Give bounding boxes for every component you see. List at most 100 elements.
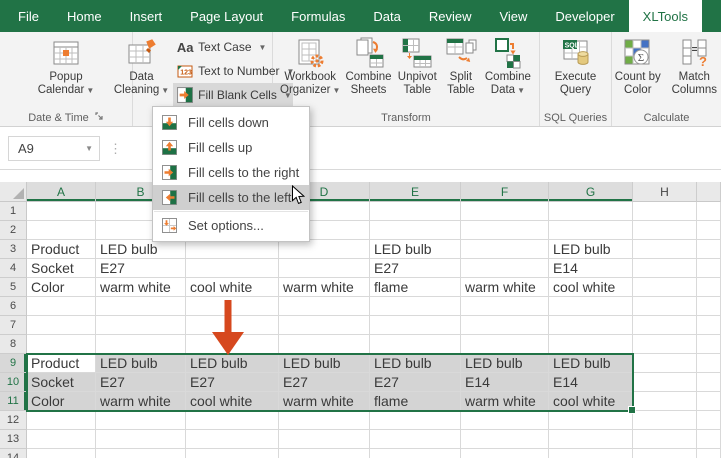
- cell-partial[interactable]: [697, 411, 721, 430]
- column-header-partial[interactable]: [697, 182, 721, 202]
- cell-E7[interactable]: [370, 316, 461, 335]
- cell-B12[interactable]: [96, 411, 186, 430]
- cell-A6[interactable]: [27, 297, 96, 316]
- cell-F12[interactable]: [461, 411, 549, 430]
- cell-A7[interactable]: [27, 316, 96, 335]
- row-header-1[interactable]: 1: [0, 202, 27, 221]
- cell-H12[interactable]: [633, 411, 697, 430]
- cell-H1[interactable]: [633, 202, 697, 221]
- tab-home[interactable]: Home: [53, 0, 116, 32]
- cell-partial[interactable]: [697, 335, 721, 354]
- cell-B10[interactable]: E27: [96, 373, 186, 392]
- cell-D3[interactable]: [279, 240, 370, 259]
- cell-D14[interactable]: [279, 449, 370, 458]
- cell-F11[interactable]: warm white: [461, 392, 549, 411]
- tab-file[interactable]: File: [4, 0, 53, 32]
- cell-partial[interactable]: [697, 392, 721, 411]
- workbook-organizer-button[interactable]: Workbook Organizer ▼: [278, 35, 342, 97]
- cell-H10[interactable]: [633, 373, 697, 392]
- cell-B7[interactable]: [96, 316, 186, 335]
- cell-partial[interactable]: [697, 354, 721, 373]
- tab-developer[interactable]: Developer: [541, 0, 628, 32]
- cell-G1[interactable]: [549, 202, 633, 221]
- row-header-13[interactable]: 13: [0, 430, 27, 449]
- cell-H6[interactable]: [633, 297, 697, 316]
- menu-item-fill-cells-down[interactable]: Fill cells down: [153, 110, 309, 135]
- cell-H3[interactable]: [633, 240, 697, 259]
- cell-E11[interactable]: flame: [370, 392, 461, 411]
- split-table-button[interactable]: Split Table: [440, 35, 482, 97]
- cell-G13[interactable]: [549, 430, 633, 449]
- cell-partial[interactable]: [697, 278, 721, 297]
- cell-A14[interactable]: [27, 449, 96, 458]
- cell-G2[interactable]: [549, 221, 633, 240]
- cell-C8[interactable]: [186, 335, 279, 354]
- cell-B4[interactable]: E27: [96, 259, 186, 278]
- cell-F9[interactable]: LED bulb: [461, 354, 549, 373]
- cell-D8[interactable]: [279, 335, 370, 354]
- tab-review[interactable]: Review: [415, 0, 486, 32]
- cell-F14[interactable]: [461, 449, 549, 458]
- combine-data-button[interactable]: Combine Data ▼: [482, 35, 534, 97]
- cell-A12[interactable]: [27, 411, 96, 430]
- cell-partial[interactable]: [697, 297, 721, 316]
- cell-C13[interactable]: [186, 430, 279, 449]
- cell-D4[interactable]: [279, 259, 370, 278]
- cell-A2[interactable]: [27, 221, 96, 240]
- cell-A3[interactable]: Product: [27, 240, 96, 259]
- combine-sheets-button[interactable]: Combine Sheets: [342, 35, 394, 97]
- cell-partial[interactable]: [697, 240, 721, 259]
- row-header-10[interactable]: 10: [0, 373, 27, 392]
- cell-D9[interactable]: LED bulb: [279, 354, 370, 373]
- row-header-5[interactable]: 5: [0, 278, 27, 297]
- row-header-14[interactable]: 14: [0, 449, 27, 458]
- menu-item-fill-cells-to-the-left[interactable]: Fill cells to the left: [153, 185, 309, 210]
- row-header-8[interactable]: 8: [0, 335, 27, 354]
- cell-G4[interactable]: E14: [549, 259, 633, 278]
- popup-calendar-button[interactable]: Popup Calendar ▼: [33, 35, 99, 97]
- cell-partial[interactable]: [697, 430, 721, 449]
- cell-A5[interactable]: Color: [27, 278, 96, 297]
- cell-H13[interactable]: [633, 430, 697, 449]
- select-all-corner[interactable]: [0, 182, 27, 202]
- cell-F5[interactable]: warm white: [461, 278, 549, 297]
- row-header-3[interactable]: 3: [0, 240, 27, 259]
- cell-F3[interactable]: [461, 240, 549, 259]
- row-header-4[interactable]: 4: [0, 259, 27, 278]
- unpivot-table-button[interactable]: Unpivot Table: [395, 35, 440, 97]
- cell-C5[interactable]: cool white: [186, 278, 279, 297]
- cell-A11[interactable]: Color: [27, 392, 96, 411]
- cell-G3[interactable]: LED bulb: [549, 240, 633, 259]
- cell-E3[interactable]: LED bulb: [370, 240, 461, 259]
- cell-F6[interactable]: [461, 297, 549, 316]
- cell-G10[interactable]: E14: [549, 373, 633, 392]
- cell-G5[interactable]: cool white: [549, 278, 633, 297]
- cell-E13[interactable]: [370, 430, 461, 449]
- cell-G6[interactable]: [549, 297, 633, 316]
- cell-C7[interactable]: [186, 316, 279, 335]
- cell-F13[interactable]: [461, 430, 549, 449]
- cell-E6[interactable]: [370, 297, 461, 316]
- cell-C10[interactable]: E27: [186, 373, 279, 392]
- row-header-6[interactable]: 6: [0, 297, 27, 316]
- tab-formulas[interactable]: Formulas: [277, 0, 359, 32]
- tab-view[interactable]: View: [485, 0, 541, 32]
- tab-insert[interactable]: Insert: [116, 0, 177, 32]
- cell-B13[interactable]: [96, 430, 186, 449]
- cell-D5[interactable]: warm white: [279, 278, 370, 297]
- row-header-2[interactable]: 2: [0, 221, 27, 240]
- cell-C12[interactable]: [186, 411, 279, 430]
- cell-A1[interactable]: [27, 202, 96, 221]
- cell-partial[interactable]: [697, 449, 721, 458]
- cell-F1[interactable]: [461, 202, 549, 221]
- cell-B11[interactable]: warm white: [96, 392, 186, 411]
- cell-B14[interactable]: [96, 449, 186, 458]
- cell-partial[interactable]: [697, 259, 721, 278]
- cell-F8[interactable]: [461, 335, 549, 354]
- cell-E4[interactable]: E27: [370, 259, 461, 278]
- cell-B8[interactable]: [96, 335, 186, 354]
- cell-B9[interactable]: LED bulb: [96, 354, 186, 373]
- cell-partial[interactable]: [697, 202, 721, 221]
- cell-C14[interactable]: [186, 449, 279, 458]
- fill-handle[interactable]: [628, 406, 636, 414]
